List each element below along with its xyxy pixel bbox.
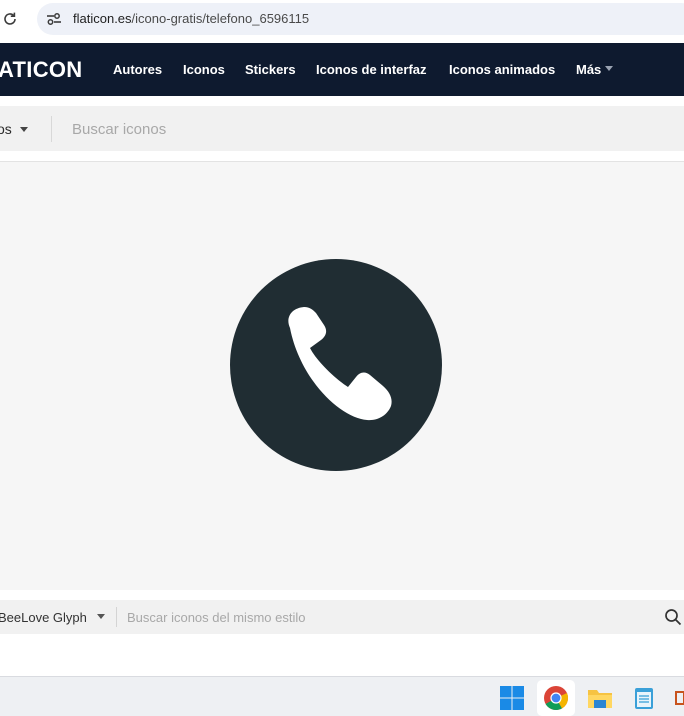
nav-item-iconos-de-interfaz[interactable]: Iconos de interfaz [316, 62, 427, 77]
chrome-icon[interactable] [543, 685, 569, 711]
taskbar [0, 676, 684, 716]
address-bar[interactable]: flaticon.es/icono-gratis/telefono_659611… [37, 3, 684, 35]
nav-item-iconos[interactable]: Iconos [183, 62, 225, 77]
url-host: flaticon.es [73, 11, 132, 26]
nav-item-stickers[interactable]: Stickers [245, 62, 296, 77]
search-icon[interactable] [664, 608, 682, 626]
app-icon[interactable] [675, 685, 684, 711]
main-nav: ATICON Autores Iconos Stickers Iconos de… [0, 43, 684, 96]
style-search-input[interactable] [127, 607, 647, 627]
page: flaticon.es/icono-gratis/telefono_659611… [0, 0, 684, 716]
nav-item-mas-label: Más [576, 62, 602, 77]
reload-icon[interactable] [2, 9, 20, 29]
resource-type-dropdown[interactable]: os [0, 121, 12, 137]
style-search-bar: BeeLove Glyph [0, 600, 684, 634]
url-text[interactable]: flaticon.es/icono-gratis/telefono_659611… [73, 11, 309, 26]
nav-item-mas[interactable]: Más [576, 62, 614, 77]
search-input[interactable] [72, 117, 572, 141]
flaticon-logo[interactable]: ATICON [0, 57, 83, 83]
notepad-icon[interactable] [631, 685, 657, 711]
style-divider [116, 607, 117, 627]
nav-item-iconos-animados[interactable]: Iconos animados [449, 62, 555, 77]
site-info-icon[interactable] [45, 10, 63, 28]
chevron-down-icon[interactable] [20, 127, 28, 132]
icon-preview [0, 162, 684, 590]
url-path: /icono-gratis/telefono_6596115 [131, 11, 310, 26]
file-explorer-icon[interactable] [587, 685, 613, 711]
chevron-down-icon[interactable] [97, 614, 105, 619]
style-dropdown[interactable]: BeeLove Glyph [0, 610, 87, 625]
search-bar: os [0, 106, 684, 151]
chevron-down-icon [605, 66, 614, 72]
search-divider [51, 116, 52, 142]
windows-start-icon[interactable] [499, 685, 525, 711]
phone-icon [230, 259, 442, 471]
nav-item-autores[interactable]: Autores [113, 62, 162, 77]
browser-toolbar: flaticon.es/icono-gratis/telefono_659611… [0, 0, 684, 40]
